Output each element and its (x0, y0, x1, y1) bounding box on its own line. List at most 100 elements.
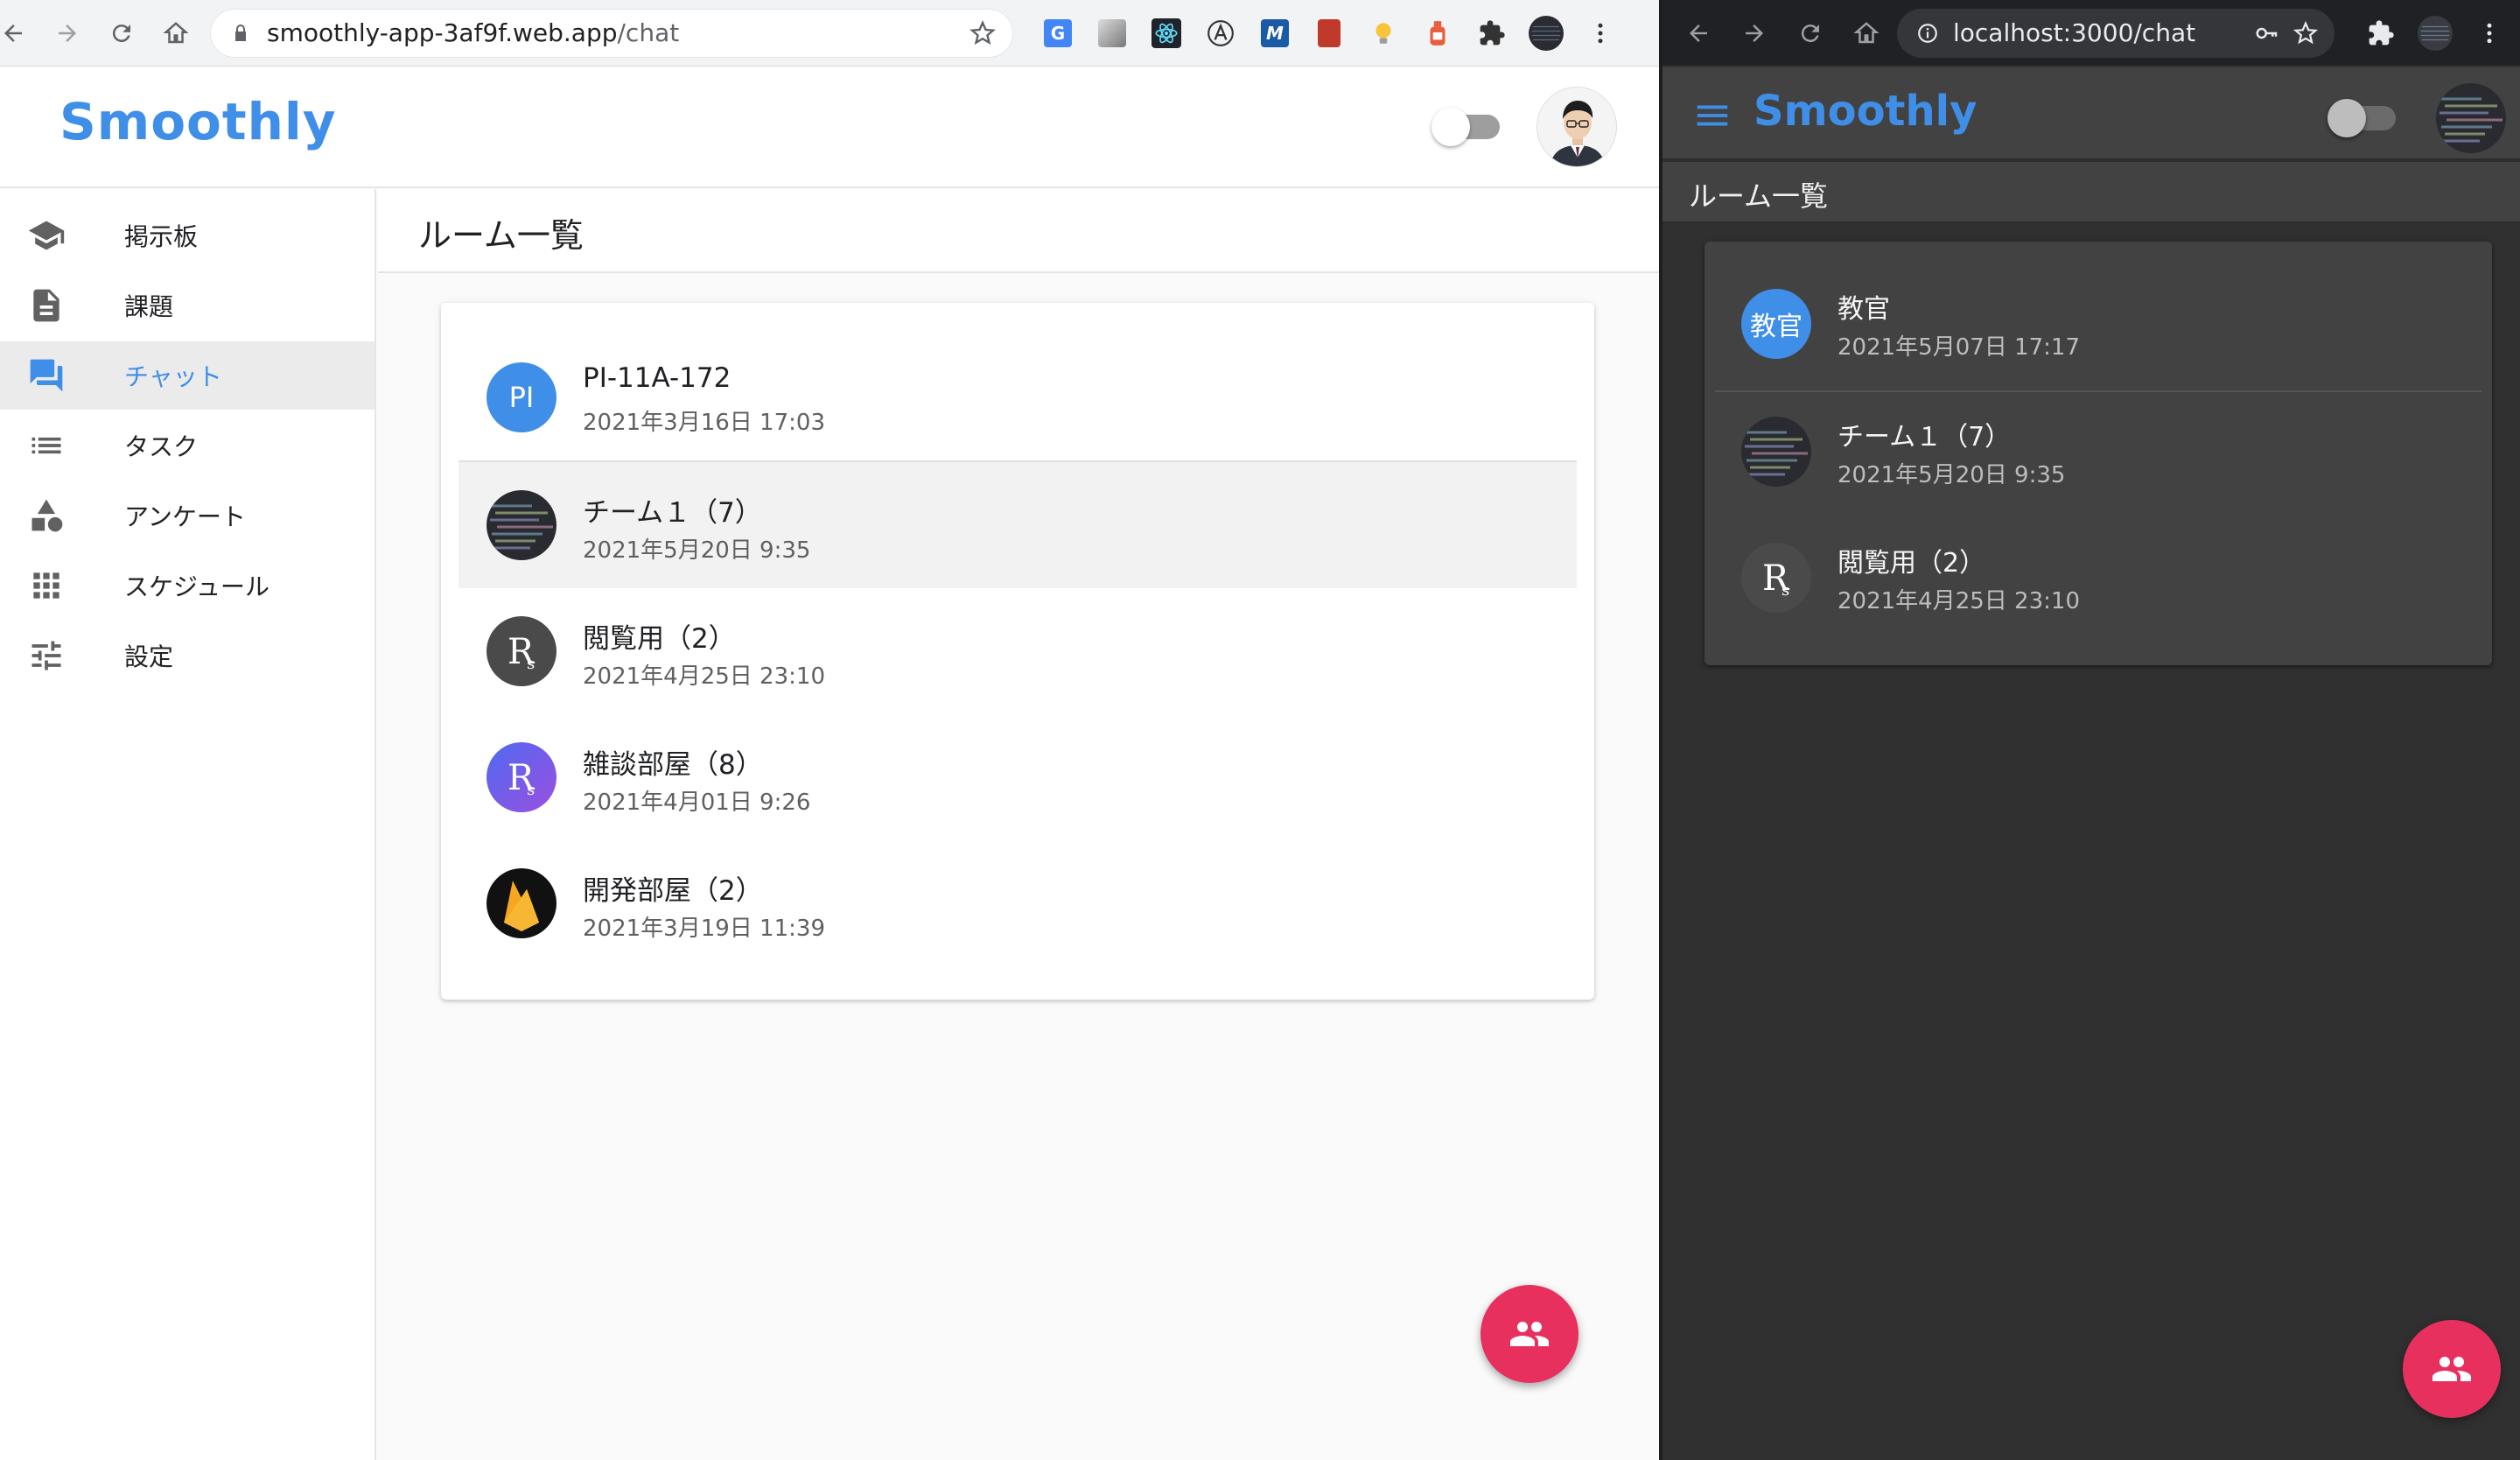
page-title: ルーム一覧 (418, 216, 584, 255)
page-header: ルーム一覧 (378, 189, 1659, 273)
room-date: 2021年3月19日 11:39 (583, 916, 825, 942)
page-title: ルーム一覧 (1689, 179, 1829, 213)
bulb-extension-icon[interactable] (1364, 14, 1403, 53)
rs-logo-avatar: Rs (486, 616, 556, 686)
gradient-extension-icon[interactable] (1093, 14, 1131, 53)
browser-toolbar: localhost:3000/chat (1662, 0, 2520, 67)
create-room-fab[interactable] (2403, 1320, 2501, 1418)
room-date: 2021年3月16日 17:03 (583, 410, 825, 436)
page-header: ルーム一覧 (1662, 162, 2520, 223)
react-devtools-icon[interactable] (1147, 14, 1186, 53)
app-bar: Smoothly (1662, 67, 2520, 160)
sidebar-item-chat[interactable]: チャット (0, 341, 374, 410)
forward-icon[interactable] (46, 11, 89, 55)
m-extension-icon[interactable]: M (1256, 14, 1294, 53)
rs-logo-avatar: Rs (1741, 543, 1811, 613)
toggle-knob (2328, 99, 2366, 137)
key-icon[interactable] (2254, 20, 2280, 46)
room-date: 2021年4月25日 23:10 (1838, 588, 2080, 614)
sidebar-item-label: タスク (124, 432, 199, 461)
room-item[interactable]: Rs 閲覧用（2） 2021年4月25日 23:10 (1704, 515, 2492, 641)
reload-icon[interactable] (100, 11, 144, 55)
shapes-icon (26, 495, 66, 536)
light-browser-window: smoothly-app-3af9f.web.app/chat G M Smoo… (0, 0, 1659, 1460)
sidebar-item-label: 掲示板 (124, 222, 199, 251)
bookmark-star-icon[interactable] (969, 19, 997, 47)
dark-mode-toggle[interactable] (1432, 108, 1500, 146)
dark-browser-window: localhost:3000/chat Smoothly ルーム一覧 教官 教官… (1662, 0, 2520, 1460)
avatar-initials: PI (508, 381, 535, 414)
hamburger-menu-icon[interactable] (1692, 95, 1732, 136)
extensions-puzzle-icon[interactable] (1473, 14, 1511, 53)
browser-menu-icon[interactable] (2470, 14, 2509, 53)
circle-a-extension-icon[interactable] (1201, 14, 1240, 53)
url-host: smoothly-app-3af9f.web.app (267, 18, 618, 47)
sidebar-item-label: チャット (124, 362, 222, 391)
room-name: 閲覧用（2） (583, 623, 736, 655)
brand-title[interactable]: Smoothly (60, 92, 337, 151)
code-screenshot-avatar (1741, 417, 1811, 487)
list-icon (26, 425, 66, 466)
home-icon[interactable] (154, 11, 198, 55)
address-bar[interactable]: localhost:3000/chat (1897, 8, 2334, 58)
sidebar-item-bulletin-board[interactable]: 掲示板 (0, 201, 374, 270)
dark-mode-toggle[interactable] (2328, 99, 2396, 137)
room-item[interactable]: チーム１（7） 2021年5月20日 9:35 (1704, 389, 2492, 515)
sidebar-item-survey[interactable]: アンケート (0, 481, 374, 550)
user-avatar[interactable] (1536, 87, 1617, 167)
toggle-knob (1432, 108, 1470, 146)
sidebar-item-tasks[interactable]: タスク (0, 411, 374, 480)
sidebar-item-schedule[interactable]: スケジュール (0, 551, 374, 620)
room-name: 教官 (1838, 294, 1890, 325)
sidebar-item-settings[interactable]: 設定 (0, 621, 374, 690)
brand-title[interactable]: Smoothly (1754, 87, 1977, 136)
bottle-extension-icon[interactable] (1418, 14, 1457, 53)
room-item[interactable]: 教官 教官 2021年5月07日 17:17 (1704, 261, 2492, 387)
room-item[interactable]: チーム１（7） 2021年5月20日 9:35 (458, 462, 1577, 588)
extensions-puzzle-icon[interactable] (2362, 14, 2400, 53)
reload-icon[interactable] (1788, 11, 1832, 55)
avatar-initials: 教官 (1750, 312, 1802, 342)
room-item[interactable]: Rs 閲覧用（2） 2021年4月25日 23:10 (458, 588, 1577, 714)
bookmark-star-icon[interactable] (2292, 20, 2319, 46)
back-icon[interactable] (0, 11, 35, 55)
room-item[interactable]: Rs 雑談部屋（8） 2021年4月01日 9:26 (458, 714, 1577, 840)
browser-menu-icon[interactable] (1581, 14, 1620, 53)
sidebar-item-label: 設定 (124, 642, 174, 671)
back-icon[interactable] (1676, 11, 1720, 55)
forward-icon[interactable] (1732, 11, 1776, 55)
svg-text:s: s (527, 655, 535, 673)
sliders-icon (26, 635, 66, 676)
user-avatar[interactable] (2436, 83, 2506, 153)
svg-text:s: s (1782, 581, 1789, 600)
room-name: チーム１（7） (583, 497, 762, 529)
sidebar-item-assignments[interactable]: 課題 (0, 271, 374, 340)
grid-icon (26, 565, 66, 606)
main-content: ルーム一覧 PI PI-11A-172 2021年3月16日 17:03 チーム… (378, 189, 1659, 1460)
code-screenshot-avatar (486, 490, 556, 560)
sidebar-item-label: 課題 (124, 292, 174, 321)
room-name: チーム１（7） (1838, 422, 2012, 453)
sidebar-item-label: スケジュール (124, 572, 270, 601)
home-icon[interactable] (1844, 11, 1888, 55)
room-item[interactable]: 開発部屋（2） 2021年3月19日 11:39 (458, 840, 1577, 966)
url-path: /chat (617, 18, 680, 47)
sidebar-item-label: アンケート (124, 502, 246, 531)
profile-avatar-icon[interactable] (1527, 14, 1565, 53)
svg-text:s: s (527, 781, 535, 799)
room-name: 閲覧用（2） (1838, 548, 1986, 579)
chat-icon (26, 355, 66, 396)
lock-icon (235, 24, 246, 41)
document-icon (26, 285, 66, 326)
school-icon (26, 215, 66, 256)
translate-extension-icon[interactable]: G (1039, 14, 1077, 53)
book-extension-icon[interactable] (1310, 14, 1348, 53)
room-name: 開発部屋（2） (583, 875, 763, 907)
info-icon (1918, 23, 1937, 43)
firebase-flame-avatar (486, 868, 556, 938)
profile-avatar-icon[interactable] (2416, 14, 2454, 53)
room-item[interactable]: PI PI-11A-172 2021年3月16日 17:03 (458, 334, 1577, 460)
address-bar[interactable]: smoothly-app-3af9f.web.app/chat (210, 8, 1013, 58)
room-date: 2021年4月25日 23:10 (583, 663, 825, 690)
create-room-fab[interactable] (1480, 1285, 1578, 1383)
